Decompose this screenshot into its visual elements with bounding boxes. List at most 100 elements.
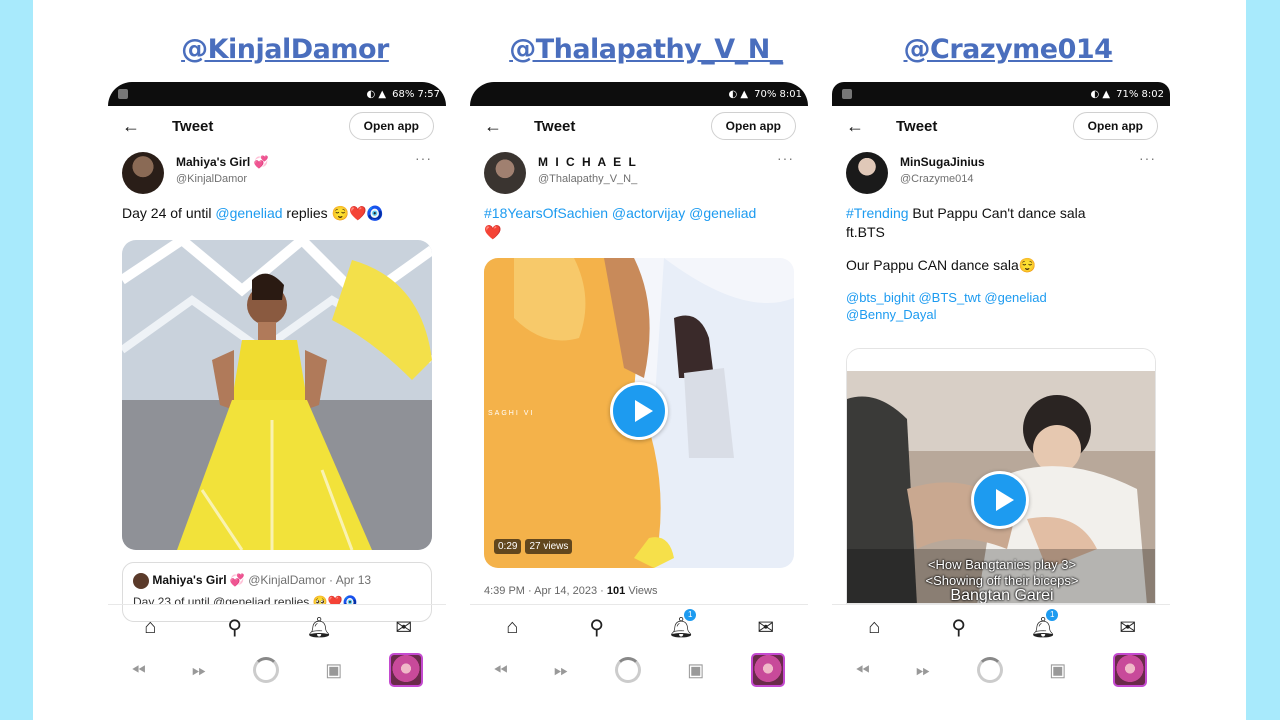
loading-icon: [252, 657, 279, 683]
rewind-icon[interactable]: ⏪︎: [131, 660, 145, 681]
photo-yellow-gown: [122, 240, 432, 550]
tweet-text: #18YearsOfSachien @actorvijay @geneliad …: [470, 204, 808, 242]
tweet-video[interactable]: SAGHI VI 0:29 27 views: [484, 258, 794, 568]
tweet-image[interactable]: [122, 240, 432, 550]
phone-screenshot-3: ◐ ▲ 71% 8:02 ← Tweet Open app MinSugaJini…: [832, 82, 1170, 720]
battery-time: 70% 8:01: [754, 88, 802, 100]
mentions-line-2[interactable]: @Benny_Dayal: [846, 306, 1156, 323]
search-icon[interactable]: ⚲: [582, 615, 612, 640]
open-app-button[interactable]: Open app: [710, 112, 796, 140]
heart-emoji: ❤️: [484, 224, 502, 240]
page-title: Tweet: [896, 117, 938, 135]
back-arrow-icon[interactable]: ←: [846, 116, 882, 137]
display-name[interactable]: Mahiya's Girl 💞: [176, 155, 269, 169]
open-app-button[interactable]: Open app: [1072, 112, 1158, 140]
avatar[interactable]: [484, 152, 526, 194]
play-icon[interactable]: [971, 471, 1029, 529]
phone-screenshot-2: ◐ ▲ 70% 8:01 ← Tweet Open app M I C H A E…: [470, 82, 808, 720]
mail-icon[interactable]: ✉: [389, 615, 419, 640]
tweet-timestamp: 4:39 PM · Apr 14, 2023 · 101 Views: [484, 585, 657, 597]
display-name[interactable]: M I C H A E L: [538, 155, 638, 169]
home-icon[interactable]: ⌂: [859, 616, 889, 639]
tweet-line-3: Our Pappu CAN dance sala😌: [846, 257, 1037, 273]
forward-icon[interactable]: ⏩︎: [916, 660, 930, 681]
page-title: Tweet: [534, 117, 576, 135]
twitter-bottom-nav: ⌂ ⚲ 🔔︎ 1 ✉: [470, 604, 808, 650]
battery-time: 71% 8:02: [1116, 88, 1164, 100]
hashtag-mentions[interactable]: #18YearsOfSachien @actorvijay @geneliad: [484, 205, 756, 221]
tabs-icon[interactable]: ▣: [687, 660, 704, 681]
tweet-line-2: ft.BTS: [846, 224, 885, 240]
video-watermark: SAGHI VI: [488, 410, 535, 417]
handle-link-2[interactable]: @Thalapathy_V_N_: [466, 34, 826, 65]
username[interactable]: @Crazyme014: [900, 173, 985, 185]
avatar[interactable]: [122, 152, 164, 194]
tweet-header: ← Tweet Open app: [108, 106, 446, 146]
play-icon[interactable]: [610, 382, 668, 440]
tab-thumbnail[interactable]: [750, 653, 785, 687]
tweet-line-1: But Pappu Can't dance sala: [908, 205, 1086, 221]
views-label: Views: [625, 585, 658, 597]
handle-link-3[interactable]: @Crazyme014: [828, 34, 1188, 65]
forward-icon[interactable]: ⏩︎: [554, 660, 568, 681]
rewind-icon[interactable]: ⏪︎: [493, 660, 507, 681]
tweet-text: #Trending But Pappu Can't dance sala ft.…: [832, 204, 1170, 323]
gallery-icon: [842, 89, 852, 99]
quote-name: Mahiya's Girl 💞: [152, 573, 245, 588]
browser-bar: ⏪︎ ⏩︎ ▣: [470, 650, 808, 690]
tweet-author: M I C H A E L @Thalapathy_V_N_ ···: [470, 146, 808, 198]
twitter-bottom-nav: ⌂ ⚲ 🔔︎ 1 ✉: [832, 604, 1170, 650]
more-icon[interactable]: ···: [777, 150, 794, 166]
back-arrow-icon[interactable]: ←: [122, 116, 158, 137]
search-icon[interactable]: ⚲: [944, 615, 974, 640]
avatar[interactable]: [846, 152, 888, 194]
tweet-text: Day 24 of until @geneliad replies 😌❤️🧿: [108, 204, 446, 223]
hashtag-link[interactable]: #Trending: [846, 205, 909, 221]
subtitle-line-3: Bangtan Garei: [950, 587, 1054, 604]
content-frame: @KinjalDamor @Thalapathy_V_N_ @Crazyme01…: [33, 0, 1246, 720]
browser-bar: ⏪︎ ⏩︎ ▣: [832, 650, 1170, 690]
subtitle-line-2: <Showing off their biceps>: [925, 573, 1079, 588]
tweet-author: Mahiya's Girl 💞 @KinjalDamor ···: [108, 146, 446, 198]
views-count: 101: [606, 585, 626, 597]
quote-text: Day 23 of until @geneliad replies 🥺❤️🧿: [133, 595, 358, 604]
loading-icon: [614, 657, 641, 683]
home-icon[interactable]: ⌂: [135, 616, 165, 639]
video-views: 27 views: [525, 539, 573, 554]
browser-bar: ⏪︎ ⏩︎ ▣: [108, 650, 446, 690]
mentions-line-1[interactable]: @bts_bighit @BTS_twt @geneliad: [846, 289, 1156, 306]
display-name[interactable]: MinSugaJinius: [900, 155, 985, 169]
tab-thumbnail[interactable]: [388, 653, 423, 687]
mail-icon[interactable]: ✉: [1113, 615, 1143, 640]
tweet-video[interactable]: <How Bangtanies play 3> <Showing off the…: [846, 348, 1156, 604]
tab-thumbnail[interactable]: [1112, 653, 1147, 687]
username[interactable]: @KinjalDamor: [176, 173, 269, 185]
quote-meta: @KinjalDamor · Apr 13: [248, 573, 372, 588]
home-icon[interactable]: ⌂: [497, 616, 527, 639]
bell-icon[interactable]: 🔔︎ 1: [1028, 609, 1059, 640]
bell-icon[interactable]: 🔔︎ 1: [666, 609, 697, 640]
signal-icon: ◐ ▲: [728, 88, 749, 100]
tabs-icon[interactable]: ▣: [1049, 660, 1066, 681]
username[interactable]: @Thalapathy_V_N_: [538, 173, 638, 185]
open-app-button[interactable]: Open app: [348, 112, 434, 140]
tabs-icon[interactable]: ▣: [325, 660, 342, 681]
twitter-bottom-nav: ⌂ ⚲ 🔔︎ ✉: [108, 604, 446, 650]
mail-icon[interactable]: ✉: [751, 615, 781, 640]
handle-link-1[interactable]: @KinjalDamor: [105, 34, 465, 65]
more-icon[interactable]: ···: [1139, 150, 1156, 166]
gallery-icon: [118, 89, 128, 99]
forward-icon[interactable]: ⏩︎: [192, 660, 206, 681]
subtitle-line-1: <How Bangtanies play 3>: [927, 557, 1077, 572]
timestamp-text: 4:39 PM · Apr 14, 2023 ·: [484, 585, 607, 597]
phone-screenshot-1: ◐ ▲ 68% 7:57 ← Tweet Open app Mahiya's Gi…: [108, 82, 446, 720]
battery-time: 68% 7:57: [392, 88, 440, 100]
status-bar: ◐ ▲ 71% 8:02: [832, 82, 1170, 106]
search-icon[interactable]: ⚲: [220, 615, 250, 640]
signal-icon: ◐ ▲: [366, 88, 387, 100]
bell-icon[interactable]: 🔔︎: [304, 615, 334, 640]
mention-link[interactable]: @geneliad: [215, 205, 282, 221]
more-icon[interactable]: ···: [415, 150, 432, 166]
back-arrow-icon[interactable]: ←: [484, 116, 520, 137]
rewind-icon[interactable]: ⏪︎: [855, 660, 869, 681]
